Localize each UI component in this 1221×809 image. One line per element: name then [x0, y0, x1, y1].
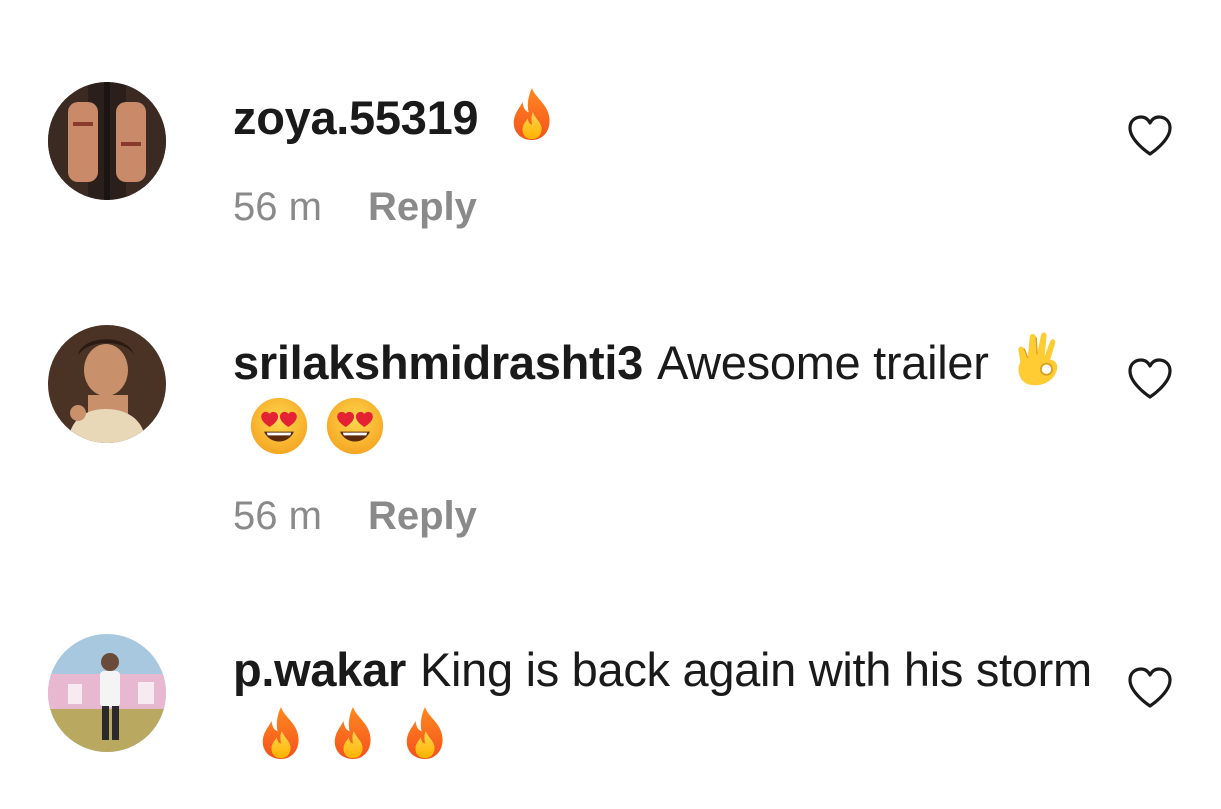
comment-meta: 56 m Reply	[233, 185, 477, 230]
comment-username[interactable]: zoya.55319	[233, 91, 479, 144]
heart-outline-icon[interactable]	[1127, 357, 1173, 401]
fire-emoji	[399, 703, 451, 763]
avatar[interactable]	[48, 634, 166, 752]
heart-eyes-emoji	[249, 396, 309, 456]
fire-emoji	[506, 85, 558, 143]
comment-time: 56 m	[233, 185, 322, 229]
avatar[interactable]	[48, 82, 166, 200]
heart-outline-icon[interactable]	[1127, 666, 1173, 710]
comment-username[interactable]: srilakshmidrashti3	[233, 336, 643, 389]
reply-button[interactable]: Reply	[368, 185, 477, 229]
ok-hand-emoji	[1011, 328, 1067, 388]
reply-button[interactable]: Reply	[368, 494, 477, 538]
heart-eyes-emoji	[325, 396, 385, 456]
comment-text: King is back again with his storm	[419, 643, 1092, 696]
comment-body: zoya.55319	[233, 85, 1093, 151]
comment-text: Awesome trailer	[656, 336, 989, 389]
comment-time: 56 m	[233, 494, 322, 538]
avatar-image	[48, 325, 166, 443]
fire-emoji	[327, 703, 379, 763]
avatar[interactable]	[48, 325, 166, 443]
comment-username[interactable]: p.wakar	[233, 643, 406, 696]
comment-body: srilakshmidrashti3 Awesome trailer	[233, 328, 1093, 464]
heart-outline-icon[interactable]	[1127, 114, 1173, 158]
avatar-image	[48, 634, 166, 752]
fire-emoji	[255, 703, 307, 763]
comment-body: p.wakar King is back again with his storm	[233, 637, 1093, 771]
avatar-image	[48, 82, 166, 200]
comment-meta: 56 m Reply	[233, 494, 477, 539]
